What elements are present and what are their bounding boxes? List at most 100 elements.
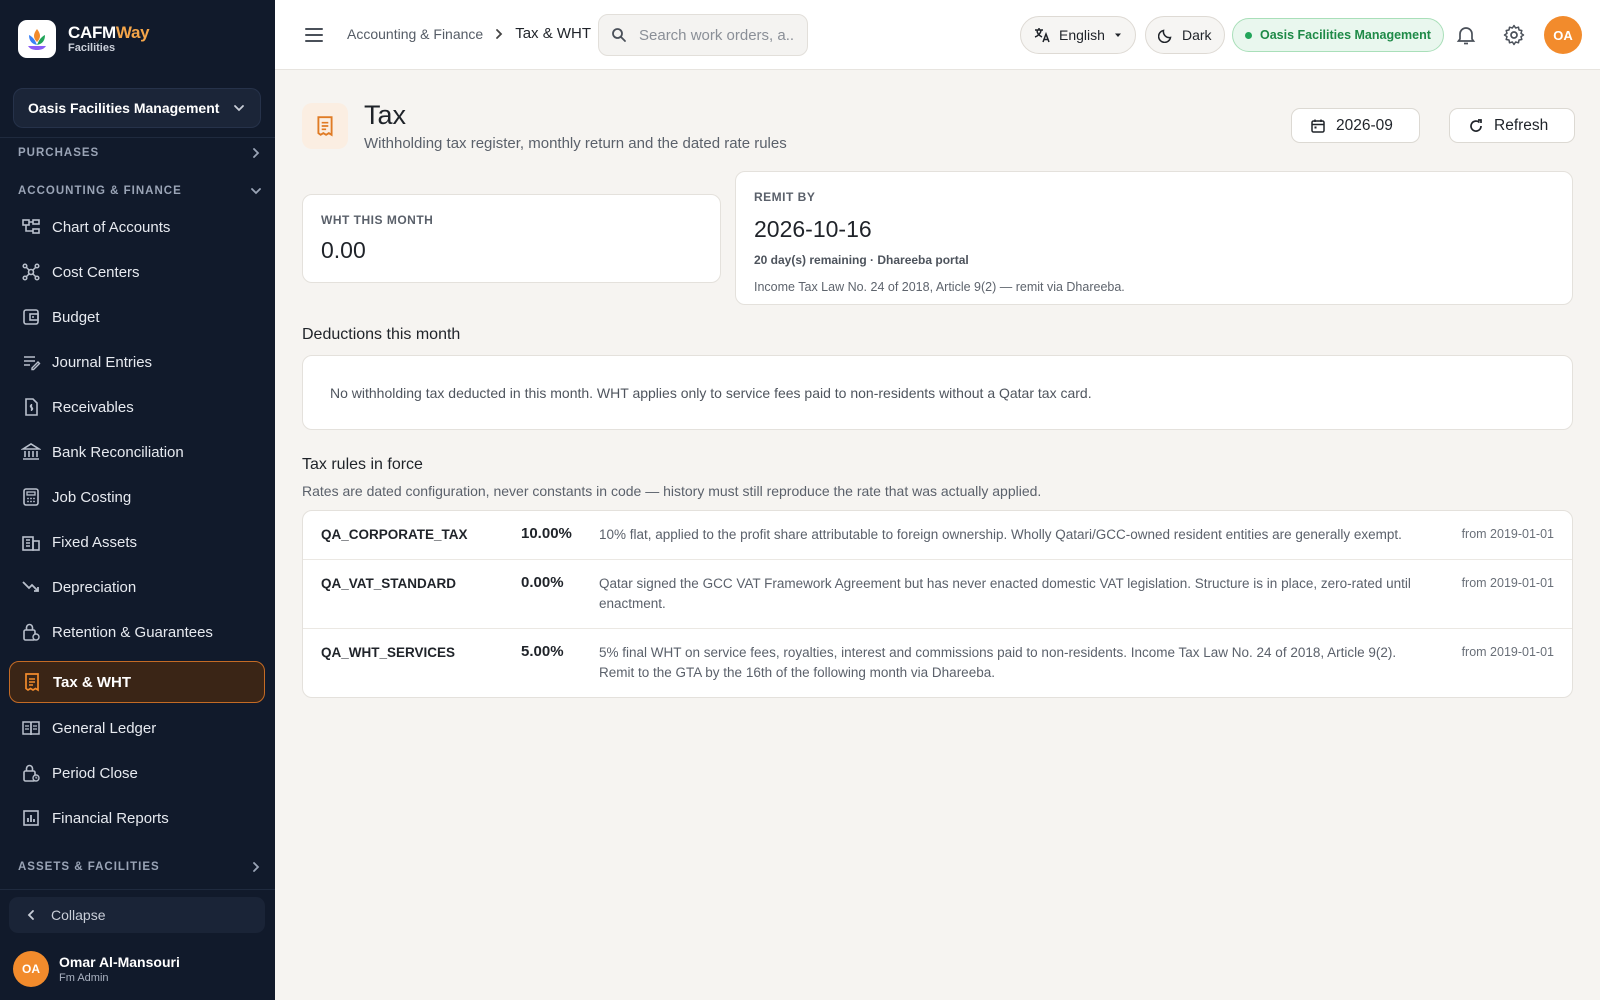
brand-subtitle: Facilities xyxy=(68,42,116,55)
search-input[interactable] xyxy=(639,26,794,44)
tax-rules-title: Tax rules in force xyxy=(302,456,423,473)
sidebar-item-fixed-assets[interactable]: Fixed Assets xyxy=(9,521,265,563)
page-subtitle: Withholding tax register, monthly return… xyxy=(364,135,787,152)
org-selector[interactable]: Oasis Facilities Management xyxy=(13,88,261,128)
section-accounting[interactable]: ACCOUNTING & FINANCE xyxy=(18,181,262,201)
chevron-down-icon xyxy=(234,105,244,112)
sidebar-item-job-costing[interactable]: Job Costing xyxy=(9,476,265,518)
section-purchases[interactable]: PURCHASES xyxy=(18,143,262,163)
calendar-icon xyxy=(1311,119,1325,133)
refresh-icon xyxy=(1470,118,1482,132)
sidebar-item-tax-wht[interactable]: Tax & WHT xyxy=(9,661,265,703)
period-close-icon xyxy=(23,764,40,782)
section-purchases-label: PURCHASES xyxy=(18,147,100,159)
sidebar-item-label: Fixed Assets xyxy=(52,533,138,551)
sidebar-item-label: Financial Reports xyxy=(52,809,169,827)
theme-label: Dark xyxy=(1182,27,1212,43)
tax-page-icon xyxy=(302,103,348,149)
deductions-empty-message: No withholding tax deducted in this mont… xyxy=(330,384,1092,401)
remit-by-note: Income Tax Law No. 24 of 2018, Article 9… xyxy=(754,280,1125,294)
sidebar-item-label: Tax & WHT xyxy=(53,673,132,691)
table-row: QA_CORPORATE_TAX 10.00% 10% flat, applie… xyxy=(303,511,1572,559)
moon-icon xyxy=(1158,29,1172,43)
sidebar-item-label: Job Costing xyxy=(52,488,132,506)
sidebar-item-depreciation[interactable]: Depreciation xyxy=(9,566,265,608)
retention-icon xyxy=(23,623,40,641)
ledger-icon xyxy=(22,721,40,736)
cost-centers-icon xyxy=(22,263,40,281)
sidebar-item-retention-guarantees[interactable]: Retention & Guarantees xyxy=(9,611,265,653)
brand-logo-icon xyxy=(18,20,56,58)
deductions-card: No withholding tax deducted in this mont… xyxy=(302,355,1573,430)
bell-icon[interactable] xyxy=(1454,23,1478,47)
wht-month-label: WHT THIS MONTH xyxy=(321,213,434,227)
rule-description: Qatar signed the GCC VAT Framework Agree… xyxy=(599,576,1411,611)
period-picker[interactable]: 2026-09 xyxy=(1291,108,1420,143)
brand-name-a: CAFM xyxy=(68,22,116,42)
collapse-button[interactable]: Collapse xyxy=(9,897,265,933)
chevron-down-icon xyxy=(251,188,261,195)
user-role: Fm Admin xyxy=(59,972,109,984)
rule-code: QA_CORPORATE_TAX xyxy=(321,527,468,542)
job-costing-icon xyxy=(23,488,39,506)
refresh-label: Refresh xyxy=(1494,116,1549,134)
remit-by-label: REMIT BY xyxy=(754,190,816,204)
gear-icon[interactable] xyxy=(1502,23,1526,47)
sidebar-item-label: Receivables xyxy=(52,398,134,416)
section-accounting-label: ACCOUNTING & FINANCE xyxy=(18,185,182,197)
wht-month-value: 0.00 xyxy=(321,237,366,263)
breadcrumb-parent[interactable]: Accounting & Finance xyxy=(347,26,483,42)
search-icon xyxy=(612,28,626,42)
brand-name-b: Way xyxy=(115,22,150,42)
sidebar-divider xyxy=(0,889,275,890)
sidebar-item-label: Period Close xyxy=(52,764,138,782)
sidebar-item-budget[interactable]: Budget xyxy=(9,296,265,338)
budget-icon xyxy=(23,309,39,325)
org-selector-label: Oasis Facilities Management xyxy=(28,100,220,116)
tax-rules-table: QA_CORPORATE_TAX 10.00% 10% flat, applie… xyxy=(302,510,1573,698)
sidebar-item-receivables[interactable]: Receivables xyxy=(9,386,265,428)
section-assets-label: ASSETS & FACILITIES xyxy=(18,861,160,873)
remit-by-meta: 20 day(s) remaining · Dhareeba portal xyxy=(754,253,969,267)
rule-code: QA_VAT_STANDARD xyxy=(321,576,457,591)
search-box[interactable] xyxy=(598,14,808,56)
breadcrumb-current: Tax & WHT xyxy=(515,25,592,42)
chevron-right-icon xyxy=(253,148,260,158)
section-assets[interactable]: ASSETS & FACILITIES xyxy=(18,857,262,877)
sidebar-item-label: Bank Reconciliation xyxy=(52,443,184,461)
rule-code: QA_WHT_SERVICES xyxy=(321,645,456,660)
chevron-left-icon xyxy=(27,910,34,920)
deductions-title: Deductions this month xyxy=(302,326,461,343)
sidebar-item-chart-of-accounts[interactable]: Chart of Accounts xyxy=(9,206,265,248)
translate-icon xyxy=(1034,28,1050,43)
period-value: 2026-09 xyxy=(1336,116,1393,134)
sidebar-item-general-ledger[interactable]: General Ledger xyxy=(9,707,265,749)
rule-effective-from: from 2019-01-01 xyxy=(1461,645,1554,659)
chart-of-accounts-icon xyxy=(22,219,40,234)
rule-description: 10% flat, applied to the profit share at… xyxy=(599,527,1402,542)
rule-rate: 5.00% xyxy=(521,643,564,660)
brand[interactable]: CAFMWay Facilities xyxy=(18,20,150,58)
menu-icon[interactable] xyxy=(303,24,325,46)
chevron-right-icon xyxy=(496,28,503,39)
org-status-badge[interactable]: Oasis Facilities Management xyxy=(1232,18,1444,52)
sidebar-item-journal-entries[interactable]: Journal Entries xyxy=(9,341,265,383)
refresh-button[interactable]: Refresh xyxy=(1449,108,1576,143)
sidebar-item-financial-reports[interactable]: Financial Reports xyxy=(9,797,265,839)
sidebar-item-period-close[interactable]: Period Close xyxy=(9,752,265,794)
caret-down-icon xyxy=(1114,33,1121,37)
org-status-label: Oasis Facilities Management xyxy=(1260,28,1431,42)
remit-by-date: 2026-10-16 xyxy=(754,216,872,242)
language-selector[interactable]: English xyxy=(1020,16,1136,54)
bank-icon xyxy=(21,443,41,460)
rule-rate: 0.00% xyxy=(521,574,564,591)
theme-toggle[interactable]: Dark xyxy=(1145,16,1225,54)
remit-by-card: REMIT BY 2026-10-16 20 day(s) remaining … xyxy=(735,171,1573,305)
user-profile[interactable]: OA Omar Al-Mansouri Fm Admin xyxy=(13,951,180,987)
receivables-icon xyxy=(25,398,38,416)
avatar[interactable]: OA xyxy=(1544,16,1582,54)
sidebar-item-bank-reconciliation[interactable]: Bank Reconciliation xyxy=(9,431,265,473)
collapse-label: Collapse xyxy=(51,907,106,923)
rule-effective-from: from 2019-01-01 xyxy=(1461,527,1554,541)
sidebar-item-cost-centers[interactable]: Cost Centers xyxy=(9,251,265,293)
